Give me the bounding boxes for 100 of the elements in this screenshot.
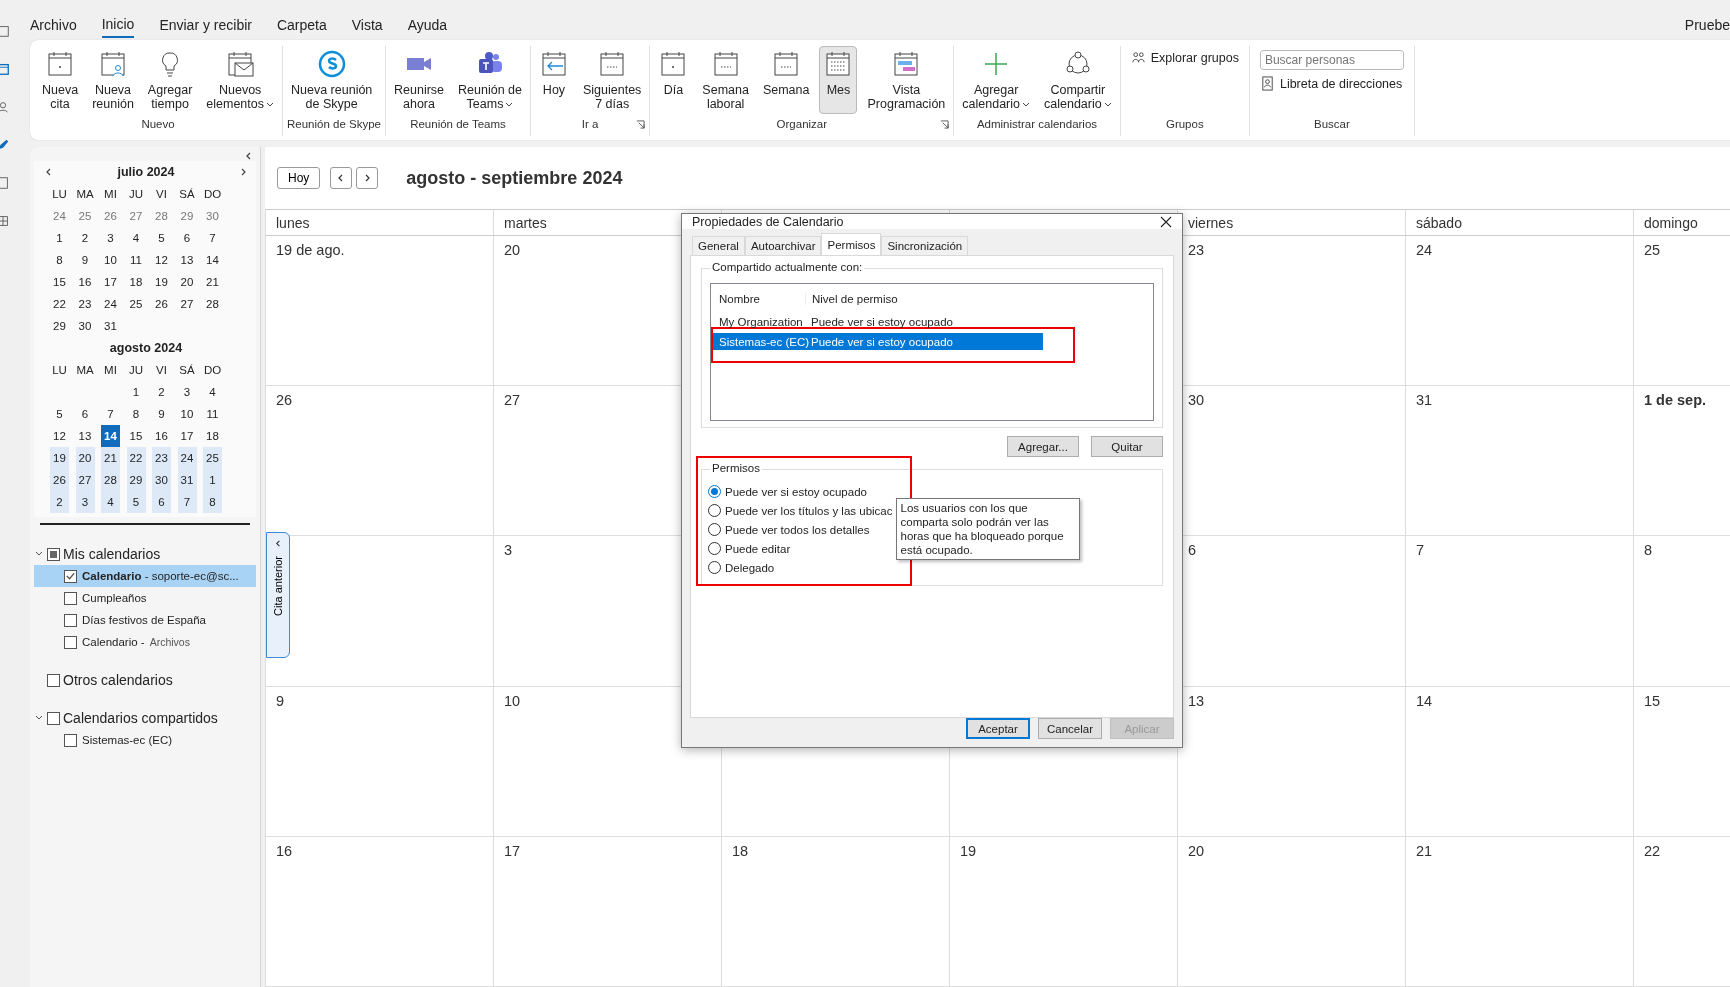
day-number[interactable]: 9 bbox=[152, 403, 171, 425]
day-number[interactable]: 28 bbox=[152, 205, 171, 227]
day-number[interactable]: 23 bbox=[152, 447, 171, 469]
close-icon[interactable] bbox=[1160, 215, 1172, 228]
day-number[interactable]: 31 bbox=[177, 469, 197, 491]
day-number[interactable]: 29 bbox=[50, 315, 69, 337]
calendar-list-item[interactable]: Sistemas-ec (EC) bbox=[34, 729, 256, 751]
day-cell[interactable]: 7 bbox=[1405, 536, 1633, 687]
day-number[interactable]: 12 bbox=[152, 249, 171, 271]
day-number[interactable]: 21 bbox=[101, 447, 120, 469]
ribbon-button[interactable]: Nuevos elementos bbox=[202, 46, 278, 114]
day-number[interactable]: 15 bbox=[126, 425, 146, 447]
day-number[interactable]: 4 bbox=[126, 227, 146, 249]
day-number[interactable]: 16 bbox=[152, 425, 171, 447]
day-number[interactable]: 3 bbox=[177, 381, 197, 403]
radio-label[interactable]: Puede ver todos los detalles bbox=[725, 523, 870, 536]
day-number[interactable]: 28 bbox=[101, 469, 120, 491]
day-cell[interactable]: 8 bbox=[1633, 536, 1730, 687]
day-number[interactable]: 8 bbox=[50, 249, 69, 271]
day-number[interactable]: 17 bbox=[101, 271, 120, 293]
pencil-icon[interactable] bbox=[0, 138, 10, 152]
day-number[interactable]: 6 bbox=[152, 491, 171, 513]
day-number[interactable]: 4 bbox=[101, 491, 120, 513]
previous-button[interactable] bbox=[330, 167, 353, 189]
checkbox[interactable] bbox=[47, 547, 60, 561]
radio-button[interactable] bbox=[708, 485, 721, 498]
ribbon-button[interactable]: Reunión de Teams bbox=[454, 46, 526, 114]
day-number[interactable]: 30 bbox=[75, 315, 95, 337]
day-cell[interactable]: 17 bbox=[493, 836, 721, 987]
next-button[interactable] bbox=[356, 167, 379, 189]
radio-button[interactable] bbox=[708, 523, 721, 536]
day-cell[interactable]: 14 bbox=[1405, 686, 1633, 837]
search-field[interactable]: Buscar personas bbox=[1259, 50, 1404, 70]
ribbon-button[interactable]: Reunirse ahora bbox=[390, 46, 449, 114]
ribbon-button[interactable]: Agregar tiempo bbox=[143, 46, 197, 114]
dialog-launcher-icon[interactable] bbox=[940, 120, 950, 129]
day-number[interactable]: 27 bbox=[177, 293, 197, 315]
ribbon-link[interactable]: Libreta de direcciones bbox=[1259, 76, 1404, 91]
day-number[interactable]: 22 bbox=[126, 447, 146, 469]
dialog-tab[interactable]: Autoarchivar bbox=[744, 236, 822, 255]
day-number[interactable]: 7 bbox=[177, 491, 197, 513]
calendar-list-item[interactable]: Días festivos de España bbox=[34, 609, 256, 631]
day-number[interactable]: 31 bbox=[101, 315, 120, 337]
day-number[interactable]: 24 bbox=[177, 447, 197, 469]
ribbon-button[interactable]: Nueva reunión de Skype bbox=[287, 46, 377, 114]
day-number[interactable]: 6 bbox=[75, 403, 95, 425]
radio-button[interactable] bbox=[708, 542, 721, 555]
day-cell[interactable]: 1 de sep. bbox=[1633, 386, 1730, 537]
day-number[interactable]: 1 bbox=[126, 381, 146, 403]
checkbox[interactable] bbox=[64, 591, 77, 605]
dialog-button[interactable]: Quitar bbox=[1091, 436, 1163, 457]
menu-tab[interactable]: Carpeta bbox=[276, 13, 327, 37]
day-number[interactable]: 13 bbox=[75, 425, 95, 447]
calendar-icon[interactable] bbox=[0, 62, 10, 76]
day-cell[interactable]: 18 bbox=[721, 836, 949, 987]
radio-button[interactable] bbox=[708, 561, 721, 574]
day-number[interactable]: 22 bbox=[50, 293, 69, 315]
day-cell[interactable]: 19 bbox=[949, 836, 1177, 987]
list-row[interactable]: Sistemas-ec (EC) Puede ver si estoy ocupado bbox=[713, 333, 1043, 350]
menu-tab[interactable]: Ayuda bbox=[407, 13, 448, 37]
day-number[interactable]: 11 bbox=[126, 249, 146, 271]
day-number[interactable]: 16 bbox=[75, 271, 95, 293]
menu-tab[interactable]: Archivo bbox=[30, 13, 77, 37]
day-number[interactable]: 25 bbox=[75, 205, 95, 227]
day-number[interactable]: 14 bbox=[101, 425, 120, 447]
day-number[interactable]: 24 bbox=[50, 205, 69, 227]
day-number[interactable]: 25 bbox=[126, 293, 146, 315]
ribbon-button[interactable]: Hoy bbox=[535, 46, 573, 114]
checkbox[interactable] bbox=[47, 673, 60, 687]
day-number[interactable]: 2 bbox=[50, 491, 69, 513]
apps-icon[interactable] bbox=[0, 214, 10, 228]
day-number[interactable]: 23 bbox=[75, 293, 95, 315]
radio-label[interactable]: Puede ver si estoy ocupado bbox=[725, 485, 867, 498]
person-icon[interactable] bbox=[0, 100, 10, 114]
day-number[interactable]: 7 bbox=[101, 403, 120, 425]
column-header[interactable]: Nivel de permiso bbox=[806, 293, 898, 305]
day-cell[interactable]: 9 bbox=[265, 686, 493, 837]
day-number[interactable]: 15 bbox=[50, 271, 69, 293]
day-number[interactable]: 5 bbox=[126, 491, 146, 513]
day-cell[interactable]: 20 bbox=[1177, 836, 1405, 987]
folder-label[interactable]: Mis calendarios bbox=[63, 546, 161, 562]
day-number[interactable]: 5 bbox=[50, 403, 69, 425]
day-number[interactable]: 21 bbox=[203, 271, 222, 293]
folder-label[interactable]: Calendarios compartidos bbox=[63, 710, 218, 726]
ribbon-button[interactable]: Semana bbox=[758, 46, 814, 114]
calendar-list-item[interactable]: Cumpleaños bbox=[34, 587, 256, 609]
day-number[interactable]: 18 bbox=[203, 425, 222, 447]
day-cell[interactable]: 22 bbox=[1633, 836, 1730, 987]
day-number[interactable]: 14 bbox=[203, 249, 222, 271]
day-number[interactable]: 10 bbox=[177, 403, 197, 425]
day-number[interactable]: 29 bbox=[177, 205, 197, 227]
dialog-tab[interactable]: Permisos bbox=[821, 233, 882, 255]
ribbon-button[interactable]: Siguientes 7 días bbox=[579, 46, 646, 114]
radio-label[interactable]: Puede editar bbox=[725, 542, 791, 555]
day-number[interactable]: 24 bbox=[101, 293, 120, 315]
menu-tab[interactable]: Inicio bbox=[101, 12, 135, 38]
ribbon-link[interactable]: Explorar grupos bbox=[1130, 50, 1239, 65]
day-number[interactable]: 4 bbox=[203, 381, 222, 403]
day-number[interactable]: 2 bbox=[75, 227, 95, 249]
day-number[interactable]: 2 bbox=[152, 381, 171, 403]
